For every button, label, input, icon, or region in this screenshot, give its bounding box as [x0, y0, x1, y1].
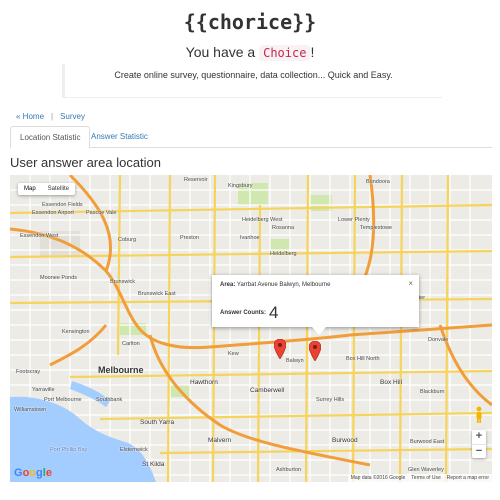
zoom-control: + − [472, 430, 486, 458]
zoom-in-button[interactable]: + [472, 430, 486, 444]
report-map-error-link[interactable]: Report a map error [447, 475, 489, 481]
breadcrumb-home-link[interactable]: « Home [16, 112, 44, 121]
map-marker-icon[interactable] [309, 341, 321, 361]
info-area-label: Area: [220, 282, 236, 288]
tab-answer-statistic[interactable]: Answer Statistic [82, 126, 157, 148]
tab-location-statistic[interactable]: Location Statistic [10, 126, 91, 149]
tagline-choice-code: Choice [259, 45, 311, 61]
section-title: User answer area location [10, 155, 162, 170]
info-answer-count: Answer Counts: 4 [220, 303, 278, 323]
map-data-credit: Map data ©2016 Google [350, 475, 406, 481]
info-window-pointer [312, 327, 326, 335]
info-count-label: Answer Counts: [220, 310, 267, 316]
tab-bar: Location Statistic Answer Statistic [10, 126, 492, 149]
map-type-control: Map Satellite [18, 183, 76, 195]
map-canvas[interactable]: Essendon Fields Essendon Airport Pascoe … [10, 175, 492, 482]
map-marker-icon[interactable] [274, 339, 286, 359]
breadcrumb-separator: | [51, 112, 54, 121]
lead-blockquote: Create online survey, questionnaire, dat… [62, 64, 442, 98]
breadcrumb: « Home | Survey [16, 112, 85, 121]
tagline-prefix: You have a [185, 44, 260, 60]
tagline: You have a Choice! [0, 44, 500, 61]
map-tiles [10, 175, 492, 482]
breadcrumb-survey-link[interactable]: Survey [60, 112, 85, 121]
pegman-icon[interactable] [474, 406, 484, 424]
zoom-out-button[interactable]: − [472, 444, 486, 458]
tagline-suffix: ! [310, 44, 315, 60]
brand-title: {{chorice}} [183, 10, 317, 34]
google-logo: Google [14, 467, 52, 479]
map-type-satellite-button[interactable]: Satellite [42, 183, 75, 195]
map-info-window: × Area: Yarrbat Avenue Balwyn, Melbourne… [212, 275, 419, 335]
info-area-value: Yarrbat Avenue Balwyn, Melbourne [236, 282, 331, 288]
close-icon[interactable]: × [408, 279, 413, 288]
map-type-map-button[interactable]: Map [18, 183, 42, 195]
info-area: Area: Yarrbat Avenue Balwyn, Melbourne [220, 282, 330, 288]
terms-of-use-link[interactable]: Terms of Use [411, 475, 440, 481]
map-attribution: Map data ©2016 Google Terms of Use Repor… [347, 474, 492, 482]
info-count-value: 4 [269, 303, 279, 322]
